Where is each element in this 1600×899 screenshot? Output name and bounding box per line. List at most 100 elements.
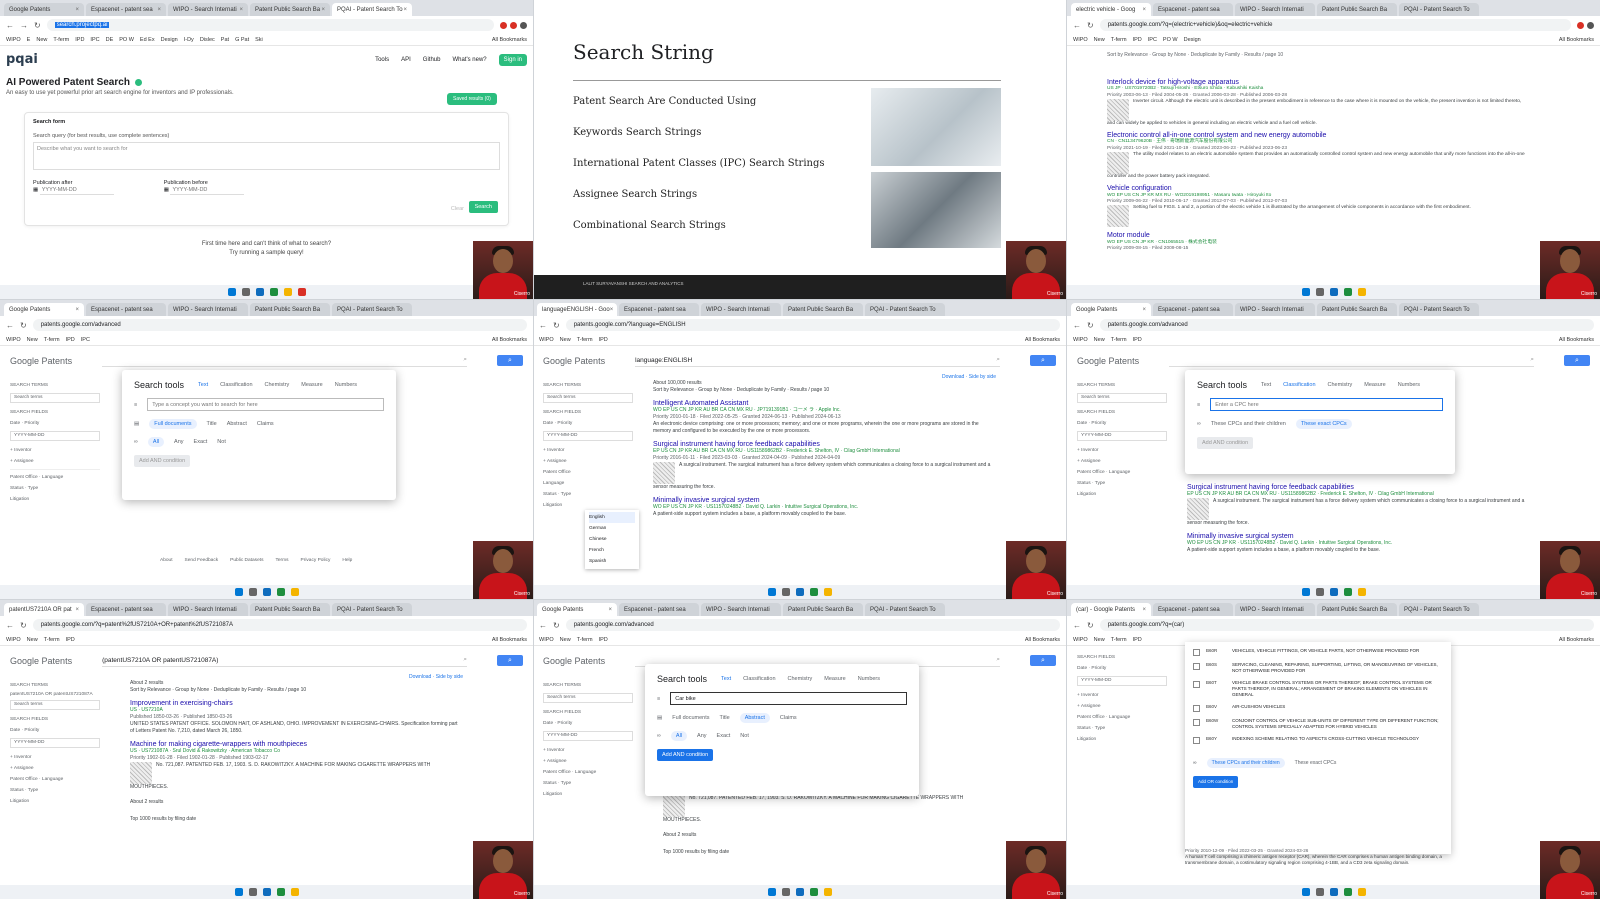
tab[interactable]: Patent Public Search Ba [1317,603,1397,616]
scope-title[interactable]: Title [720,715,730,721]
tab-classification[interactable]: Classification [220,382,252,388]
scope-abstract[interactable]: Abstract [739,713,770,723]
after-input[interactable] [39,186,114,195]
cpc-exact-option[interactable]: These exact CPCs [1295,760,1337,766]
tab[interactable]: PQAI - Patent Search To [865,303,945,316]
add-inventor[interactable]: + Inventor [543,745,633,756]
download-link[interactable]: Download · Side by side [409,674,463,680]
cpc-row[interactable]: B60V AIR-CUSHION VEHICLES [1193,704,1443,712]
date-input[interactable]: YYYY-MM-DD [1077,431,1167,441]
add-assignee[interactable]: + Assignee [10,456,100,467]
sort-bar[interactable]: Sort by Relevance · Group by None · Dedu… [1067,46,1600,58]
tab-text[interactable]: Text [721,676,731,682]
reload-icon[interactable]: ↻ [1087,321,1094,330]
cpc-row[interactable]: B60S SERVICING, CLEANING, REPAIRING, SUPP… [1193,662,1443,674]
logic-any[interactable]: Any [697,733,706,739]
patent-office-select[interactable]: Patent Office [10,475,38,480]
tab[interactable]: WIPO - Search Internati [701,303,781,316]
scope-abstract[interactable]: Abstract [227,421,247,427]
tab[interactable]: Espacenet - patent sea [619,303,699,316]
search-button[interactable]: ⌕ [1030,355,1056,366]
logic-not[interactable]: Not [740,733,749,739]
back-icon[interactable]: ← [6,21,14,30]
tab-active[interactable]: Google Patents × [4,303,84,316]
before-input[interactable] [170,186,245,195]
tab[interactable]: Patent Public Search Ba [783,603,863,616]
tab[interactable]: Espacenet - patent sea [1153,3,1233,16]
url-input[interactable]: patents.google.com/?q=(car) [1099,619,1594,631]
cpc-children-option[interactable]: These CPCs and their children [1211,421,1286,427]
reload-icon[interactable]: ↻ [553,321,560,330]
drawing-thumbnail[interactable] [1187,498,1209,520]
reload-icon[interactable]: ↻ [553,621,560,630]
add-assignee[interactable]: + Assignee [1077,701,1167,712]
sort-bar[interactable]: Sort by Relevance · Group by None · Dedu… [130,687,463,694]
whatsapp-icon[interactable] [269,288,278,296]
tab-measure[interactable]: Measure [1364,382,1385,388]
search-terms-input[interactable]: Search terms [10,700,100,710]
search-terms-input[interactable]: Search terms [1077,393,1167,403]
drawing-thumbnail[interactable] [130,762,152,784]
date-input[interactable]: YYYY-MM-DD [543,431,633,441]
result-title[interactable]: Machine for making cigarette-wrappers wi… [130,741,463,748]
main-search-input[interactable]: (patentUS7210A OR patentUS721087A) ⌕ [102,654,467,667]
tab-active[interactable]: PQAI - Patent Search To × [332,3,412,16]
google-patents-logo[interactable]: Google Patents [10,356,72,366]
reload-icon[interactable]: ↻ [20,321,27,330]
logic-exact[interactable]: Exact [717,733,731,739]
tab-text[interactable]: Text [1261,382,1271,388]
scope-title[interactable]: Title [207,421,217,427]
add-assignee[interactable]: + Assignee [543,456,633,467]
search-button[interactable]: ⌕ [1564,355,1590,366]
tab[interactable]: Patent Public Search Ba [1317,303,1397,316]
date-type-select[interactable]: Priority [24,421,39,426]
language-select[interactable]: Language [42,475,63,480]
app-icon[interactable] [297,288,306,296]
sort-bar[interactable]: Sort by Relevance · Group by None · Dedu… [653,387,996,394]
search-terms-input[interactable]: Search terms [543,693,633,703]
tab[interactable]: Patent Public Search Ba × [250,3,330,16]
add-assignee[interactable]: + Assignee [1077,456,1167,467]
tab[interactable]: WIPO - Search Internati [701,603,781,616]
search-icon[interactable] [241,288,250,296]
tab-chemistry[interactable]: Chemistry [788,676,813,682]
tab-numbers[interactable]: Numbers [335,382,357,388]
add-or-condition-button[interactable]: Add OR condition [1193,776,1239,788]
tab-numbers[interactable]: Numbers [1398,382,1420,388]
tab[interactable]: Espacenet - patent sea × [86,3,166,16]
language-option[interactable]: German [589,523,635,534]
checkbox[interactable] [1193,681,1200,688]
drawing-thumbnail[interactable] [653,462,675,484]
back-icon[interactable]: ← [6,621,14,630]
tab[interactable]: PQAI - Patent Search To [332,603,412,616]
date-input[interactable]: YYYY-MM-DD [1077,676,1167,686]
tab-classification[interactable]: Classification [743,676,775,682]
tab[interactable]: WIPO - Search Internati [168,603,248,616]
tab[interactable]: WIPO - Search Internati × [168,3,248,16]
tab[interactable]: Patent Public Search Ba [783,303,863,316]
url-input[interactable]: patents.google.com/advanced [1099,319,1594,331]
back-icon[interactable]: ← [1073,321,1081,330]
tab-numbers[interactable]: Numbers [858,676,880,682]
checkbox[interactable] [1193,737,1200,744]
drawing-thumbnail[interactable] [1107,98,1129,121]
search-terms-input[interactable]: Search terms [10,393,100,403]
google-patents-logo[interactable]: Google Patents [543,656,605,666]
main-search-input[interactable]: ⌕ [102,354,467,367]
query-textarea[interactable]: Describe what you want to search for [33,142,500,170]
litigation-select[interactable]: Litigation [10,494,100,505]
search-button[interactable]: Search [468,201,498,213]
language-option[interactable]: Chinese [589,534,635,545]
tab-classification[interactable]: Classification [1283,382,1315,388]
back-icon[interactable]: ← [1073,21,1081,30]
tab[interactable]: PQAI - Patent Search To [1399,3,1479,16]
scope-claims[interactable]: Claims [257,421,274,427]
tab-chemistry[interactable]: Chemistry [1328,382,1353,388]
url-input[interactable]: patents.google.com/?q=patent%2fUS7210A+O… [32,619,527,631]
search-button[interactable]: ⌕ [1030,655,1056,666]
google-patents-logo[interactable]: Google Patents [1077,356,1139,366]
back-icon[interactable]: ← [539,621,547,630]
edge-icon[interactable] [255,288,264,296]
pqai-logo[interactable]: pqai [6,52,38,67]
add-and-condition-button[interactable]: Add AND condition [1197,437,1254,449]
